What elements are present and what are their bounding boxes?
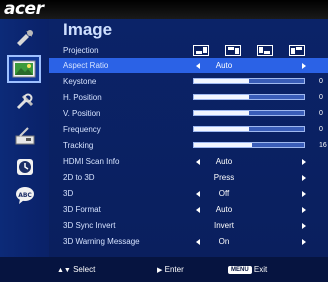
front-desktop-projection-icon[interactable] xyxy=(193,45,209,56)
color-dropper-icon[interactable] xyxy=(11,26,38,48)
menu-row-h-position[interactable]: H. Position 0 xyxy=(49,90,328,105)
right-triangle-icon: ▶ xyxy=(157,267,163,274)
arrow-right-icon[interactable] xyxy=(302,159,306,165)
menu-row-label: 3D Sync Invert xyxy=(63,221,116,230)
menu-row-label: H. Position xyxy=(63,93,102,102)
menu-row-v-position[interactable]: V. Position 0 xyxy=(49,106,328,121)
arrow-right-icon[interactable] xyxy=(302,63,306,69)
arrow-right-icon[interactable] xyxy=(302,223,306,229)
arrow-right-icon[interactable] xyxy=(302,175,306,181)
menu-row-keystone[interactable]: Keystone 0 xyxy=(49,74,328,89)
arrow-right-icon[interactable] xyxy=(302,239,306,245)
enter-hint-label: Enter xyxy=(164,265,184,274)
projector-osd: acer ABC Image Projection Aspect Ratio A… xyxy=(0,0,328,282)
frequency-slider[interactable] xyxy=(193,126,305,132)
header-bar: acer xyxy=(0,0,328,19)
menu-row-value: On xyxy=(218,237,230,246)
slider-fill xyxy=(194,95,249,99)
menu-row-label: Projection xyxy=(63,46,99,55)
arrow-right-icon[interactable] xyxy=(302,191,306,197)
arrow-right-icon[interactable] xyxy=(302,207,306,213)
slider-fill xyxy=(194,111,249,115)
menu-row-value: Press xyxy=(213,173,235,182)
slider-value: 0 xyxy=(319,126,323,133)
management-icon[interactable] xyxy=(11,125,38,147)
menu-row-label: 3D Warning Message xyxy=(63,237,140,246)
slider-value: 0 xyxy=(319,78,323,85)
keystone-slider[interactable] xyxy=(193,78,305,84)
select-hint-label: Select xyxy=(73,265,96,274)
slider-fill xyxy=(194,79,249,83)
language-icon[interactable]: ABC xyxy=(11,184,38,206)
menu-row-label: V. Position xyxy=(63,109,101,118)
menu-row-3d[interactable]: 3D Off xyxy=(49,186,328,201)
menu-row-label: Aspect Ratio xyxy=(63,61,109,70)
slider-value: 16 xyxy=(319,142,327,149)
rear-desktop-projection-icon[interactable] xyxy=(257,45,273,56)
menu-key-badge: MENU xyxy=(228,265,252,274)
menu-row-label: 3D Format xyxy=(63,205,101,214)
slider-value: 0 xyxy=(319,94,323,101)
select-hint: ▲▼ Select xyxy=(57,257,95,282)
menu-row-label: Tracking xyxy=(63,141,94,150)
menu-row-label: Frequency xyxy=(63,125,101,134)
menu-row-frequency[interactable]: Frequency 0 xyxy=(49,122,328,137)
slider-fill xyxy=(194,143,253,147)
slider-value: 0 xyxy=(319,110,323,117)
menu-row-3d-format[interactable]: 3D Format Auto xyxy=(49,202,328,217)
language-icon-text: ABC xyxy=(18,192,32,199)
menu-row-value: Auto xyxy=(215,61,233,70)
page-title: Image xyxy=(63,20,113,39)
footer-hints: ▲▼ Select ▶ Enter MENU Exit xyxy=(0,257,328,282)
front-ceiling-projection-icon[interactable] xyxy=(225,45,241,56)
settings-tools-icon[interactable] xyxy=(11,91,38,113)
menu-row-value: Off xyxy=(218,189,230,198)
clock-icon[interactable] xyxy=(11,156,38,178)
exit-hint: MENU Exit xyxy=(228,257,267,282)
menu-sidebar: ABC xyxy=(0,19,49,257)
menu-row-aspect-ratio[interactable]: Aspect Ratio Auto xyxy=(49,58,328,73)
rear-ceiling-projection-icon[interactable] xyxy=(289,45,305,56)
menu-row-value: Auto xyxy=(215,205,233,214)
menu-row-label: 3D xyxy=(63,189,74,198)
menu-row-projection[interactable]: Projection xyxy=(49,43,328,58)
up-down-arrows-icon: ▲▼ xyxy=(57,267,71,274)
h-position-slider[interactable] xyxy=(193,94,305,100)
menu-row-tracking[interactable]: Tracking 16 xyxy=(49,138,328,153)
menu-row-value: Invert xyxy=(213,221,234,230)
brand-logo: acer xyxy=(4,0,44,19)
menu-row-value: Auto xyxy=(215,157,233,166)
menu-row-label: Keystone xyxy=(63,77,97,86)
image-menu-panel: Image Projection Aspect Ratio Auto Keyst… xyxy=(49,19,328,257)
menu-row-label: 2D to 3D xyxy=(63,173,95,182)
menu-row-label: HDMI Scan Info xyxy=(63,157,120,166)
menu-row-hdmi-scan-info[interactable]: HDMI Scan Info Auto xyxy=(49,154,328,169)
image-icon[interactable] xyxy=(7,55,41,83)
menu-row-3d-warning-message[interactable]: 3D Warning Message On xyxy=(49,234,328,249)
menu-row-2d-to-3d[interactable]: 2D to 3D Press xyxy=(49,170,328,185)
exit-hint-label: Exit xyxy=(253,265,268,274)
tracking-slider[interactable] xyxy=(193,142,305,148)
v-position-slider[interactable] xyxy=(193,110,305,116)
enter-hint: ▶ Enter xyxy=(157,257,184,282)
slider-fill xyxy=(194,127,249,131)
menu-row-3d-sync-invert[interactable]: 3D Sync Invert Invert xyxy=(49,218,328,233)
